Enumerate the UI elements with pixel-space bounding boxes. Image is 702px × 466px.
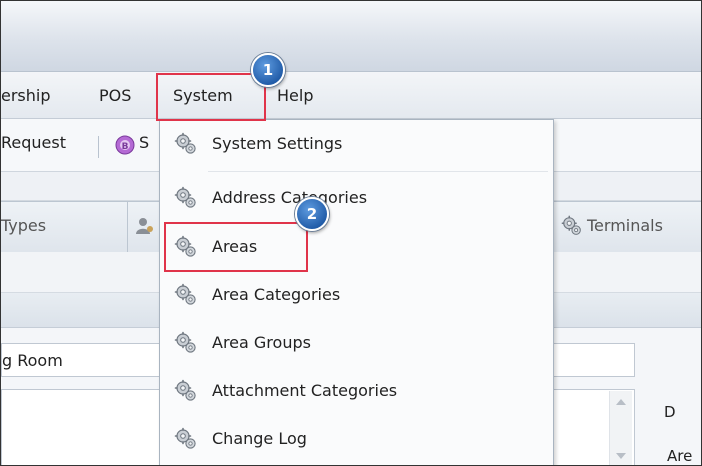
gears-icon bbox=[174, 427, 198, 451]
name-field-value: g Room bbox=[2, 351, 63, 370]
gears-icon bbox=[174, 132, 198, 156]
toolbar-s-label[interactable]: S bbox=[139, 133, 149, 152]
system-menu-highlight bbox=[156, 73, 266, 121]
menu-item-area-groups[interactable]: Area Groups bbox=[160, 321, 553, 367]
tab-terminals[interactable]: Terminals bbox=[587, 216, 663, 235]
menu-pos[interactable]: POS bbox=[99, 84, 131, 108]
scroll-down-icon[interactable] bbox=[616, 453, 626, 459]
step-1-badge: 1 bbox=[251, 53, 285, 87]
request-button[interactable]: Request bbox=[1, 133, 66, 152]
menu-item-label: Area Categories bbox=[212, 285, 341, 304]
menu-item-system-settings[interactable]: System Settings bbox=[160, 122, 553, 168]
menu-help[interactable]: Help bbox=[277, 84, 313, 108]
menu-item-label: Address Categories bbox=[212, 188, 368, 207]
user-icon bbox=[135, 216, 155, 236]
menu-item-attachment-categories[interactable]: Attachment Categories bbox=[160, 369, 553, 415]
menu-item-change-log[interactable]: Change Log bbox=[160, 417, 553, 463]
list-scrollbar[interactable] bbox=[609, 391, 632, 465]
menu-membership[interactable]: ership bbox=[1, 84, 51, 108]
areas-highlight bbox=[164, 222, 308, 272]
gears-icon bbox=[174, 186, 198, 210]
menu-item-area-categories[interactable]: Area Categories bbox=[160, 273, 553, 319]
step-2-badge: 2 bbox=[295, 197, 329, 231]
terminals-gears-icon bbox=[561, 215, 583, 237]
menu-bar: ership POS System Help bbox=[1, 72, 701, 119]
toolbar-divider bbox=[98, 136, 99, 158]
app-window: ership POS System Help Request B S Types bbox=[0, 0, 702, 466]
title-bar bbox=[1, 1, 701, 72]
menu-item-label: System Settings bbox=[212, 134, 343, 153]
scroll-up-icon[interactable] bbox=[616, 399, 626, 405]
menu-item-label: Attachment Categories bbox=[212, 381, 398, 400]
menu-separator bbox=[208, 171, 548, 172]
purple-circle-icon[interactable]: B bbox=[115, 135, 135, 155]
tab-divider bbox=[127, 202, 128, 252]
gears-icon bbox=[174, 283, 198, 307]
tab-types[interactable]: Types bbox=[1, 216, 46, 235]
system-menu-dropdown: System Settings Address Categories Areas… bbox=[159, 119, 554, 465]
gears-icon bbox=[174, 331, 198, 355]
menu-item-label: Change Log bbox=[212, 429, 307, 448]
menu-item-label: Area Groups bbox=[212, 333, 311, 352]
gears-icon bbox=[174, 379, 198, 403]
svg-text:B: B bbox=[122, 142, 129, 152]
side-label-d: D bbox=[664, 403, 676, 421]
menu-item-address-categories[interactable]: Address Categories bbox=[160, 176, 553, 222]
side-label-area: Are bbox=[667, 447, 693, 465]
